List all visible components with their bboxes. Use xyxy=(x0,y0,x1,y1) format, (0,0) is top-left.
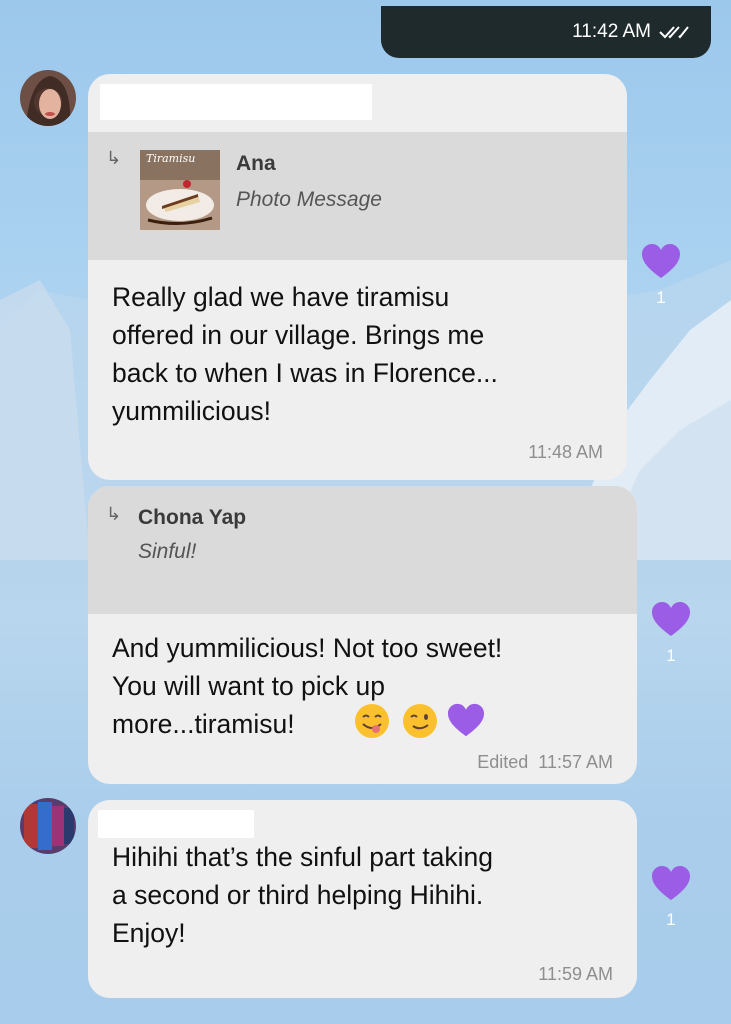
quoted-text: Sinful! xyxy=(138,540,197,563)
thumbnail-label: Tiramisu xyxy=(146,152,195,165)
reaction-count: 1 xyxy=(666,646,676,665)
photo-thumbnail[interactable]: Tiramisu xyxy=(140,150,220,230)
winking-face-emoji xyxy=(403,704,438,738)
message-bubble[interactable]: ↳ Tiramisu Ana Photo Message Really glad… xyxy=(88,74,627,480)
message-time: 11:48 AM xyxy=(528,442,603,462)
redacted-sender-name xyxy=(98,810,254,838)
quoted-author: Chona Yap xyxy=(138,506,247,529)
face-savoring-food-emoji xyxy=(355,704,389,738)
message-time: Edited 11:57 AM xyxy=(477,752,613,772)
quoted-author: Ana xyxy=(236,152,276,175)
purple-heart-icon[interactable] xyxy=(641,244,681,280)
quoted-message[interactable]: ↳ Chona Yap Sinful! xyxy=(88,486,637,614)
purple-heart-emoji xyxy=(447,703,484,737)
reply-arrow-icon: ↳ xyxy=(106,504,122,524)
purple-heart-icon[interactable] xyxy=(651,866,691,902)
reaction-count: 1 xyxy=(666,910,676,929)
message-text: Really glad we have tiramisu offered in … xyxy=(112,282,498,426)
quoted-message[interactable]: ↳ Tiramisu Ana Photo Message xyxy=(88,132,627,260)
redacted-sender-name xyxy=(100,84,372,120)
message-bubble[interactable]: Hihihi that’s the sinful part taking a s… xyxy=(88,800,637,998)
sent-message-bubble[interactable]: 11:42 AM xyxy=(381,6,711,58)
message-text: Hihihi that’s the sinful part taking a s… xyxy=(112,842,494,948)
reaction-count: 1 xyxy=(656,288,666,307)
message-bubble[interactable]: ↳ Chona Yap Sinful! And yummilicious! No… xyxy=(88,486,637,784)
quoted-text: Photo Message xyxy=(236,188,382,211)
purple-heart-icon[interactable] xyxy=(651,602,691,638)
emoji-row xyxy=(354,703,485,743)
reply-arrow-icon: ↳ xyxy=(106,148,122,168)
sent-message-time: 11:42 AM xyxy=(572,21,651,42)
double-check-icon xyxy=(659,26,689,39)
avatar[interactable] xyxy=(20,70,76,126)
message-time: 11:59 AM xyxy=(538,964,613,984)
avatar[interactable] xyxy=(20,798,76,854)
